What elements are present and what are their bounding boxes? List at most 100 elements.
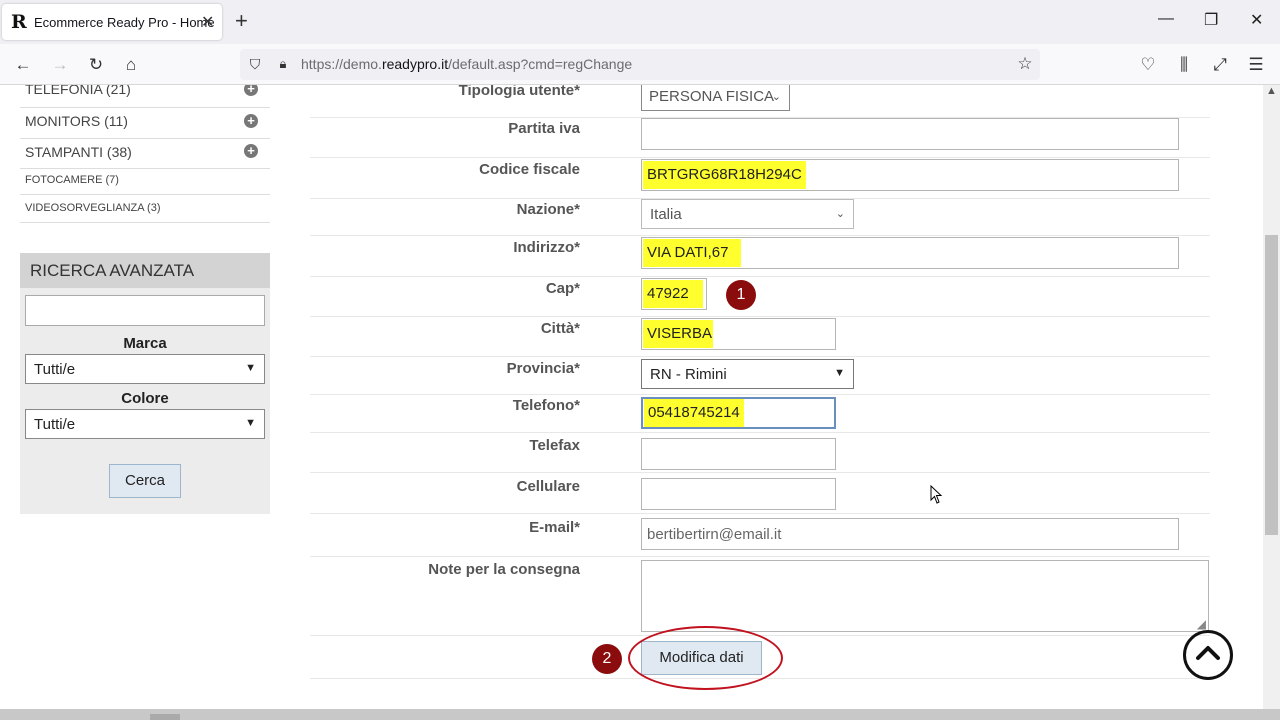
lock-icon[interactable]: 🔒︎	[272, 53, 294, 75]
field-label: E-mail*	[529, 519, 580, 536]
expand-plus-icon[interactable]: +	[244, 144, 258, 158]
field-label: Provincia*	[506, 360, 580, 377]
field-label: Cellulare	[516, 478, 580, 495]
window-close-icon[interactable]: ✕	[1250, 10, 1263, 30]
field-label: Partita iva	[508, 120, 580, 137]
chevron-down-icon: ⌄	[835, 208, 845, 220]
mobile-input[interactable]	[641, 478, 836, 510]
row-provincia: Provincia* RN - Rimini ▼	[310, 357, 1210, 395]
phone-input[interactable]: 05418745214	[641, 397, 836, 429]
field-label: Città*	[540, 320, 580, 337]
city-input[interactable]: VISERBA	[641, 318, 836, 350]
advanced-search-title: RICERCA AVANZATA	[20, 253, 270, 288]
field-label: Telefax	[529, 437, 580, 454]
email-value: bertibertirn@email.it	[647, 526, 782, 543]
category-label: TELEFONIA (21)	[25, 85, 131, 97]
chevron-up-icon	[1196, 646, 1220, 660]
back-to-top-button[interactable]	[1183, 630, 1233, 680]
resize-handle-icon[interactable]: ◢	[1197, 617, 1206, 631]
field-label: Note per la consegna	[428, 561, 580, 578]
pocket-icon[interactable]: ♡	[1137, 54, 1159, 76]
bookmark-star-icon[interactable]: ☆	[1014, 53, 1036, 75]
row-email: E-mail* bertibertirn@email.it	[310, 514, 1210, 557]
brand-select[interactable]: Tutti/e ▼	[25, 354, 265, 384]
sidebar-item-telefonia[interactable]: TELEFONIA (21) +	[20, 85, 270, 108]
tab-bar: R Ecommerce Ready Pro - Home ✕ + — ❐ ✕	[0, 0, 1280, 44]
phone-value: 05418745214	[644, 399, 744, 427]
scrollbar-thumb[interactable]	[1265, 235, 1278, 535]
vertical-scrollbar[interactable]: ▲	[1263, 85, 1280, 709]
row-partita-iva: Partita iva	[310, 118, 1210, 158]
row-citta: Città* VISERBA	[310, 317, 1210, 357]
field-label: Tipologia utente*	[458, 85, 580, 99]
category-label: FOTOCAMERE (7)	[25, 174, 119, 186]
tax-code-input[interactable]: BRTGRG68R18H294C	[641, 159, 1179, 191]
back-icon[interactable]: ←	[12, 54, 34, 76]
user-type-value: PERSONA FISICA	[649, 88, 775, 105]
color-select[interactable]: Tutti/e ▼	[25, 409, 265, 439]
reload-icon[interactable]: ↻	[85, 54, 107, 76]
address-value: VIA DATI,67	[643, 239, 741, 267]
vat-number-input[interactable]	[641, 118, 1179, 150]
forward-icon[interactable]: →	[49, 54, 71, 76]
address-input[interactable]: VIA DATI,67	[641, 237, 1179, 269]
step-2-marker: 2	[592, 644, 622, 674]
sidebar-item-monitors[interactable]: MONITORS (11) +	[20, 108, 270, 139]
row-codice-fiscale: Codice fiscale BRTGRG68R18H294C	[310, 158, 1210, 199]
new-tab-icon[interactable]: +	[235, 9, 248, 33]
shield-icon[interactable]: ⛉	[244, 53, 266, 75]
url-text: https://demo.readypro.it/default.asp?cmd…	[301, 56, 633, 72]
country-value: Italia	[650, 206, 682, 223]
row-cap: Cap* 47922 1	[310, 277, 1210, 317]
zip-value: 47922	[643, 280, 703, 308]
library-icon[interactable]: ⫼	[1173, 54, 1195, 76]
scroll-up-icon[interactable]: ▲	[1266, 85, 1277, 97]
chevron-down-icon: ▼	[245, 417, 256, 429]
highlight-ring	[628, 626, 783, 690]
country-select[interactable]: Italia ⌄	[641, 199, 854, 229]
field-label: Codice fiscale	[479, 161, 580, 178]
restore-icon[interactable]: ❐	[1204, 10, 1218, 30]
nav-bar: ← → ↻ ⌂ ⛉ 🔒︎ https://demo.readypro.it/de…	[0, 44, 1280, 85]
minimize-icon[interactable]: —	[1158, 10, 1174, 28]
advanced-search-panel: RICERCA AVANZATA Marca Tutti/e ▼ Colore …	[20, 253, 270, 514]
advanced-search-input[interactable]	[25, 295, 265, 326]
url-bar[interactable]: ⛉ 🔒︎ https://demo.readypro.it/default.as…	[240, 49, 1040, 80]
sidebar-item-fotocamere[interactable]: FOTOCAMERE (7)	[20, 169, 270, 195]
province-value: RN - Rimini	[650, 366, 727, 383]
delivery-notes-textarea[interactable]: ◢	[641, 560, 1209, 632]
brand-select-value: Tutti/e	[34, 361, 76, 378]
chevron-down-icon: ⌄	[771, 91, 781, 103]
menu-icon[interactable]: ☰	[1245, 54, 1267, 76]
chevron-down-icon: ▼	[834, 367, 845, 379]
step-1-marker: 1	[726, 280, 756, 310]
tab-close-icon[interactable]: ✕	[201, 12, 214, 32]
extensions-icon[interactable]: ⤢	[1209, 54, 1231, 76]
color-label: Colore	[121, 390, 169, 407]
field-label: Indirizzo*	[513, 239, 580, 256]
category-label: VIDEOSORVEGLIANZA (3)	[25, 202, 161, 214]
expand-plus-icon[interactable]: +	[244, 85, 258, 96]
browser-tab[interactable]: R Ecommerce Ready Pro - Home ✕	[2, 4, 222, 40]
home-icon[interactable]: ⌂	[120, 54, 142, 76]
tax-code-value: BRTGRG68R18H294C	[643, 161, 806, 189]
search-button[interactable]: Cerca	[109, 464, 181, 498]
province-select[interactable]: RN - Rimini ▼	[641, 359, 854, 389]
user-type-select[interactable]: PERSONA FISICA ⌄	[641, 85, 790, 111]
expand-plus-icon[interactable]: +	[244, 114, 258, 128]
horizontal-scrollbar[interactable]	[0, 709, 1280, 720]
sidebar-item-stampanti[interactable]: STAMPANTI (38) +	[20, 139, 270, 169]
hscrollbar-thumb[interactable]	[150, 714, 180, 720]
chevron-down-icon: ▼	[245, 362, 256, 374]
sidebar-item-videosorveglianza[interactable]: VIDEOSORVEGLIANZA (3)	[20, 195, 270, 223]
color-select-value: Tutti/e	[34, 416, 76, 433]
fax-input[interactable]	[641, 438, 836, 470]
email-input[interactable]: bertibertirn@email.it	[641, 518, 1179, 550]
page-content: TELEFONIA (21) + MONITORS (11) + STAMPAN…	[0, 85, 1263, 709]
row-note: Note per la consegna ◢	[310, 557, 1210, 636]
readypro-favicon-icon: R	[11, 11, 27, 33]
row-tipologia: Tipologia utente* PERSONA FISICA ⌄	[310, 85, 1210, 118]
row-telefax: Telefax	[310, 433, 1210, 473]
zip-input[interactable]: 47922	[641, 278, 707, 310]
mouse-cursor-icon	[930, 485, 943, 504]
